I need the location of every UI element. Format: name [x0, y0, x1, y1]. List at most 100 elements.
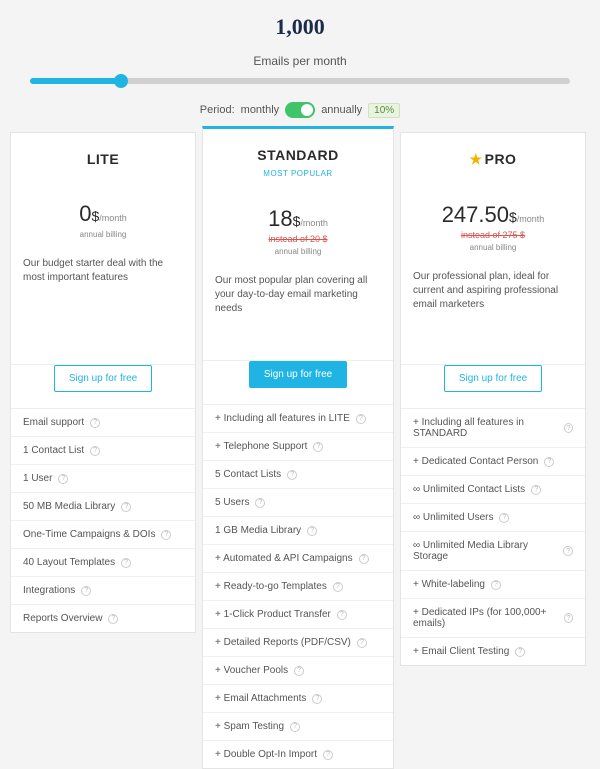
period-toggle[interactable]	[285, 102, 315, 118]
feature-item: + Dedicated IPs (for 100,000+ emails)?	[401, 599, 585, 638]
plan-lite-desc: Our budget starter deal with the most im…	[23, 257, 183, 285]
info-icon[interactable]: ?	[90, 446, 100, 456]
feature-item: Integrations?	[11, 577, 195, 605]
period-monthly-label[interactable]: monthly	[241, 104, 280, 116]
feature-text: 5 Users	[215, 497, 249, 508]
plan-lite-features: Email support?1 Contact List?1 User?50 M…	[11, 409, 195, 632]
plan-standard-cta[interactable]: Sign up for free	[249, 361, 347, 388]
info-icon[interactable]: ?	[564, 613, 573, 623]
feature-item: + Detailed Reports (PDF/CSV)?	[203, 629, 393, 657]
plan-standard-title: STANDARD	[215, 147, 381, 163]
info-icon[interactable]: ?	[564, 423, 573, 433]
info-icon[interactable]: ?	[121, 502, 131, 512]
info-icon[interactable]: ?	[255, 498, 265, 508]
period-annually-label[interactable]: annually	[321, 104, 362, 116]
feature-text: + Ready-to-go Templates	[215, 581, 327, 592]
discount-badge: 10%	[368, 103, 400, 118]
info-icon[interactable]: ?	[161, 530, 171, 540]
feature-text: + Email Client Testing	[413, 646, 509, 657]
info-icon[interactable]: ?	[531, 485, 541, 495]
info-icon[interactable]: ?	[312, 694, 322, 704]
plan-pro-price: 247.50	[442, 202, 509, 227]
feature-text: 50 MB Media Library	[23, 501, 115, 512]
plan-lite: LITE 0$/month annual billing Our budget …	[10, 132, 196, 633]
feature-text: + Including all features in STANDARD	[413, 417, 558, 439]
feature-item: 50 MB Media Library?	[11, 493, 195, 521]
plan-pro-currency: $	[509, 209, 517, 225]
feature-text: + Including all features in LITE	[215, 413, 350, 424]
feature-item: 5 Contact Lists?	[203, 461, 393, 489]
feature-text: + Detailed Reports (PDF/CSV)	[215, 637, 351, 648]
feature-item: + Email Attachments?	[203, 685, 393, 713]
plan-lite-cta[interactable]: Sign up for free	[54, 365, 152, 392]
info-icon[interactable]: ?	[491, 580, 501, 590]
feature-item: 1 User?	[11, 465, 195, 493]
plan-pro: ★PRO 247.50$/month instead of 275 $ annu…	[400, 132, 586, 666]
plan-pro-features: + Including all features in STANDARD?+ D…	[401, 409, 585, 665]
feature-item: One-Time Campaigns & DOIs?	[11, 521, 195, 549]
info-icon[interactable]: ?	[307, 526, 317, 536]
feature-text: ∞ Unlimited Users	[413, 512, 493, 523]
info-icon[interactable]: ?	[563, 546, 573, 556]
info-icon[interactable]: ?	[287, 470, 297, 480]
info-icon[interactable]: ?	[499, 513, 509, 523]
info-icon[interactable]: ?	[333, 582, 343, 592]
info-icon[interactable]: ?	[313, 442, 323, 452]
feature-item: + Including all features in STANDARD?	[401, 409, 585, 448]
plan-lite-title: LITE	[23, 151, 183, 167]
slider-fill	[30, 78, 120, 84]
plan-pro-cta[interactable]: Sign up for free	[444, 365, 542, 392]
feature-text: + Telephone Support	[215, 441, 307, 452]
feature-item: + Automated & API Campaigns?	[203, 545, 393, 573]
feature-item: + Telephone Support?	[203, 433, 393, 461]
plan-pro-instead: instead of 275 $	[413, 230, 573, 240]
feature-text: ∞ Unlimited Media Library Storage	[413, 540, 557, 562]
plan-lite-per: /month	[99, 213, 127, 223]
plans-row: LITE 0 $ /month annual billing Our budget …	[10, 132, 590, 769]
period-toggle-row: Period: monthly annually 10%	[10, 102, 590, 118]
info-icon[interactable]: ?	[90, 418, 100, 428]
feature-item: ∞ Unlimited Media Library Storage?	[401, 532, 585, 571]
info-icon[interactable]: ?	[359, 554, 369, 564]
feature-item: 1 Contact List?	[11, 437, 195, 465]
info-icon[interactable]: ?	[81, 586, 91, 596]
feature-text: ∞ Unlimited Contact Lists	[413, 484, 525, 495]
plan-standard-instead: instead of 20 $	[215, 234, 381, 244]
feature-text: 1 GB Media Library	[215, 525, 301, 536]
plan-standard: STANDARD MOST POPULAR 18$/month instead …	[202, 126, 394, 769]
feature-text: + Email Attachments	[215, 693, 306, 704]
plan-standard-billing: annual billing	[215, 247, 381, 256]
feature-item: 1 GB Media Library?	[203, 517, 393, 545]
plan-pro-billing: annual billing	[413, 243, 573, 252]
info-icon[interactable]: ?	[357, 638, 367, 648]
feature-text: + Spam Testing	[215, 721, 284, 732]
plan-pro-title: ★PRO	[413, 151, 573, 168]
feature-text: + Dedicated IPs (for 100,000+ emails)	[413, 607, 558, 629]
feature-item: + Double Opt-In Import?	[203, 741, 393, 768]
emails-count: 1,000	[10, 14, 590, 40]
emails-slider[interactable]	[30, 74, 570, 88]
feature-text: 1 User	[23, 473, 52, 484]
feature-item: + Ready-to-go Templates?	[203, 573, 393, 601]
info-icon[interactable]: ?	[356, 414, 366, 424]
period-prefix: Period:	[200, 104, 235, 116]
info-icon[interactable]: ?	[121, 558, 131, 568]
most-popular-badge: MOST POPULAR	[215, 169, 381, 178]
plan-lite-price: 0	[79, 201, 91, 226]
feature-item: Reports Overview?	[11, 605, 195, 632]
info-icon[interactable]: ?	[290, 722, 300, 732]
info-icon[interactable]: ?	[58, 474, 68, 484]
feature-item: + Email Client Testing?	[401, 638, 585, 665]
plan-standard-per: /month	[300, 218, 328, 228]
info-icon[interactable]: ?	[108, 614, 118, 624]
feature-item: + Dedicated Contact Person?	[401, 448, 585, 476]
info-icon[interactable]: ?	[544, 457, 554, 467]
star-icon: ★	[470, 151, 483, 167]
info-icon[interactable]: ?	[294, 666, 304, 676]
info-icon[interactable]: ?	[515, 647, 525, 657]
feature-text: 5 Contact Lists	[215, 469, 281, 480]
info-icon[interactable]: ?	[337, 610, 347, 620]
feature-item: 5 Users?	[203, 489, 393, 517]
info-icon[interactable]: ?	[323, 750, 333, 760]
slider-thumb[interactable]	[114, 74, 128, 88]
